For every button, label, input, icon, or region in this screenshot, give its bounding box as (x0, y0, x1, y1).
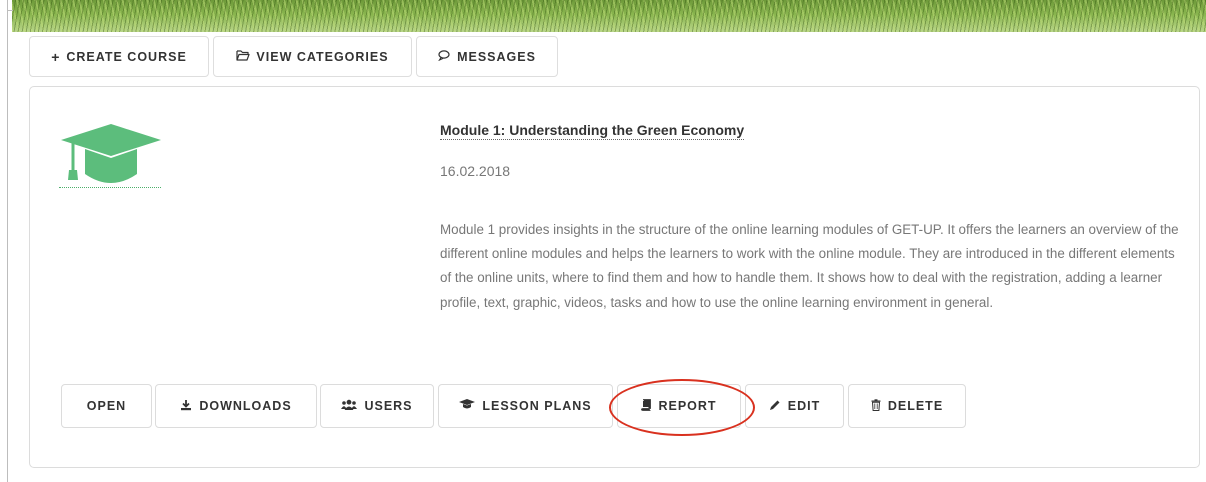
lesson-plans-button[interactable]: LESSON PLANS (438, 384, 613, 428)
edit-button[interactable]: EDIT (745, 384, 844, 428)
downloads-label: DOWNLOADS (199, 399, 292, 413)
delete-label: DELETE (887, 399, 944, 413)
course-description: Module 1 provides insights in the struct… (440, 222, 1179, 310)
messages-button[interactable]: MESSAGES (416, 36, 558, 77)
view-categories-button[interactable]: VIEW CATEGORIES (213, 36, 412, 77)
create-course-button[interactable]: + CREATE COURSE (29, 36, 209, 77)
folder-open-icon (236, 49, 251, 64)
course-date: 16.02.2018 (440, 163, 511, 179)
trash-icon (871, 398, 881, 414)
report-highlight-circle (609, 379, 755, 436)
downloads-button[interactable]: DOWNLOADS (155, 384, 317, 428)
course-title-link[interactable]: Module 1: Understanding the Green Econom… (440, 122, 745, 140)
users-button[interactable]: USERS (320, 384, 434, 428)
open-button[interactable]: OPEN (61, 384, 152, 428)
lesson-plans-label: LESSON PLANS (482, 399, 592, 413)
plus-icon: + (51, 48, 61, 65)
users-icon (341, 399, 358, 414)
comments-icon (438, 49, 451, 64)
edit-label: EDIT (787, 399, 821, 413)
graduation-cap-icon (459, 399, 476, 413)
messages-label: MESSAGES (457, 49, 536, 64)
frame-border (7, 0, 8, 482)
grass-banner (12, 0, 1206, 32)
create-course-label: CREATE COURSE (66, 49, 187, 64)
view-categories-label: VIEW CATEGORIES (256, 49, 389, 64)
delete-button[interactable]: DELETE (848, 384, 966, 428)
frame-border-top (7, 10, 13, 11)
users-label: USERS (364, 399, 413, 413)
pencil-icon (769, 399, 781, 414)
icon-underline (59, 187, 161, 188)
open-label: OPEN (86, 399, 127, 413)
download-icon (180, 399, 192, 414)
graduation-cap-icon[interactable] (59, 122, 163, 190)
